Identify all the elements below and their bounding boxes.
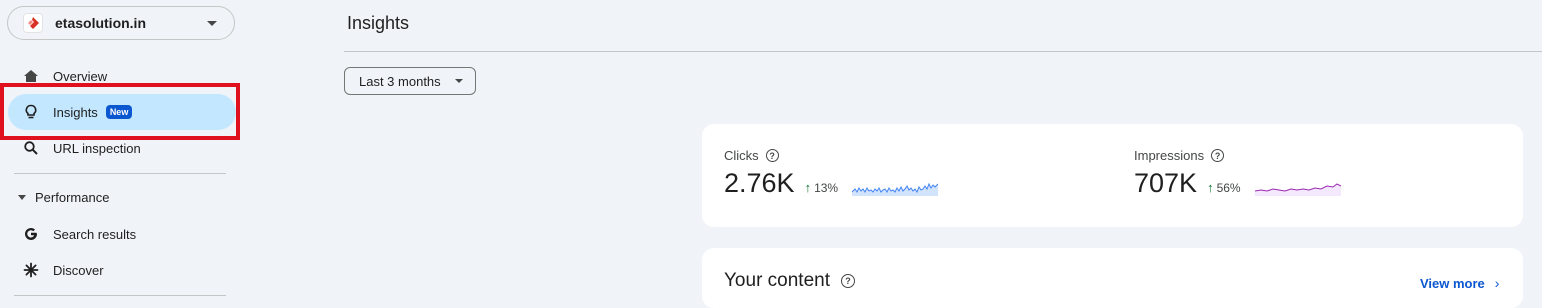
nav-item-overview[interactable]: Overview [8, 58, 236, 94]
nav-item-label: Search results [53, 226, 137, 242]
nav-item-label: Overview [53, 68, 108, 84]
section-title-text: Your content [724, 270, 830, 291]
nav-item-label: Insights [53, 104, 98, 120]
nav-item-label: URL inspection [53, 140, 141, 156]
help-icon[interactable]: ? [841, 274, 855, 288]
sidebar: etasolution.in Overview Insights New URL… [0, 0, 244, 302]
performance-section-toggle[interactable]: Performance [8, 186, 236, 208]
caret-down-icon [455, 79, 463, 83]
asterisk-icon [22, 261, 40, 279]
impressions-sparkline [1254, 183, 1341, 196]
metric-delta: 13% [814, 180, 839, 195]
page-title: Insights [347, 13, 410, 33]
clicks-metric: Clicks ? 2.76K ↑ 13% [724, 148, 939, 198]
home-icon [22, 67, 40, 85]
date-range-label: Last 3 months [359, 73, 441, 89]
nav-divider [14, 295, 226, 296]
content-section-title: Your content ? [724, 270, 855, 292]
new-badge: New [105, 105, 133, 119]
help-icon[interactable]: ? [765, 149, 779, 162]
nav-item-label: Discover [53, 262, 104, 278]
section-label: Performance [35, 189, 110, 205]
metric-delta: 56% [1216, 180, 1241, 195]
metric-label: Impressions [1134, 148, 1205, 163]
metric-value: 707K [1134, 168, 1198, 198]
date-range-dropdown[interactable]: Last 3 months [344, 67, 476, 95]
impressions-metric: Impressions ? 707K ↑ 56% [1134, 148, 1341, 198]
search-icon [22, 139, 40, 157]
google-g-icon [22, 225, 40, 243]
title-divider [344, 51, 1542, 52]
nav-item-search-results[interactable]: Search results [8, 216, 236, 252]
nav-item-url-inspection[interactable]: URL inspection [8, 130, 236, 166]
metrics-card: Clicks ? 2.76K ↑ 13% Impressions ? 707K … [702, 124, 1523, 227]
view-more-link[interactable]: View more › [1420, 275, 1499, 291]
collapse-triangle-icon [18, 194, 26, 200]
lightbulb-icon [22, 103, 40, 121]
property-selector[interactable]: etasolution.in [7, 6, 235, 40]
clicks-sparkline [852, 182, 939, 196]
help-icon[interactable]: ? [1211, 149, 1225, 162]
view-more-label: View more [1420, 275, 1485, 291]
metric-label: Clicks [724, 148, 759, 163]
metric-value: 2.76K [724, 168, 795, 198]
arrow-up-icon: ↑ [804, 180, 812, 195]
nav-item-discover[interactable]: Discover [8, 252, 236, 288]
nav-item-insights[interactable]: Insights New [8, 94, 236, 130]
property-name: etasolution.in [55, 15, 146, 31]
nav-divider [14, 173, 226, 174]
arrow-up-icon: ↑ [1207, 180, 1214, 195]
caret-down-icon [207, 21, 217, 26]
chevron-right-icon: › [1494, 275, 1500, 291]
site-logo-icon [23, 13, 43, 33]
